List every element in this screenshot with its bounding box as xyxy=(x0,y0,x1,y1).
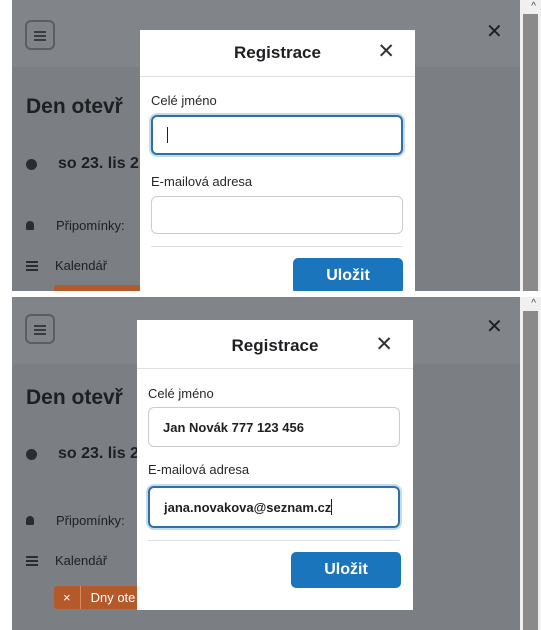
scroll-thumb[interactable] xyxy=(523,311,538,630)
full-name-input[interactable] xyxy=(151,115,403,155)
clock-icon xyxy=(26,158,37,170)
full-name-value: Jan Novák 777 123 456 xyxy=(163,419,304,435)
event-title: Den otevř xyxy=(26,95,123,118)
event-date-row: so 23. lis 2 xyxy=(26,445,139,463)
registration-modal: Registrace ✕ Celé jméno Jan Novák 777 12… xyxy=(137,320,413,610)
event-date: so 23. lis 2 xyxy=(58,155,139,172)
email-label: E-mailová adresa xyxy=(148,462,250,477)
modal-close-icon[interactable]: ✕ xyxy=(377,41,395,62)
reminders-label: Připomínky: xyxy=(56,218,125,233)
save-button[interactable]: Uložit xyxy=(293,258,403,291)
scrollbar[interactable]: ^ xyxy=(520,0,541,291)
full-name-label: Celé jméno xyxy=(148,386,214,401)
scroll-up-icon[interactable]: ^ xyxy=(531,299,536,309)
event-date-row: so 23. lis 2 xyxy=(26,155,139,173)
reminders-row: Připomínky: xyxy=(26,218,125,233)
app-close-button[interactable]: ✕ xyxy=(486,22,503,42)
calendar-label: Kalendář xyxy=(55,553,108,568)
event-title: Den otevř xyxy=(26,386,123,409)
hamburger-icon xyxy=(34,30,46,41)
hamburger-icon xyxy=(34,324,46,335)
reminders-row: Připomínky: xyxy=(26,513,125,528)
list-icon xyxy=(26,555,38,566)
email-input[interactable] xyxy=(151,196,403,234)
menu-button[interactable] xyxy=(25,314,55,344)
full-name-label: Celé jméno xyxy=(151,93,217,108)
email-label: E-mailová adresa xyxy=(151,174,253,189)
modal-header: Registrace ✕ xyxy=(140,30,415,77)
tag-label: Dny ote xyxy=(90,590,136,605)
modal-footer-divider xyxy=(148,540,400,541)
registration-modal: Registrace ✕ Celé jméno E-mailová adresa… xyxy=(140,30,415,291)
bell-icon xyxy=(26,221,34,230)
calendar-label: Kalendář xyxy=(55,258,108,273)
bell-icon xyxy=(26,516,34,525)
list-icon xyxy=(26,260,38,271)
event-date: so 23. lis 2 xyxy=(58,445,139,462)
menu-button[interactable] xyxy=(25,20,55,50)
email-input[interactable]: jana.novakova@seznam.cz xyxy=(148,486,400,528)
clock-icon xyxy=(26,448,37,460)
scroll-up-icon[interactable]: ^ xyxy=(531,2,536,12)
calendar-row: Kalendář xyxy=(26,258,107,273)
screenshot-panel-2: ✕ ^ Den otevř so 23. lis 2 Připomínky: K… xyxy=(0,297,541,630)
tag-remove-icon[interactable]: × xyxy=(54,586,81,609)
email-value: jana.novakova@seznam.cz xyxy=(164,499,332,515)
text-caret xyxy=(167,127,168,143)
scrollbar[interactable]: ^ xyxy=(520,297,541,630)
screenshot-panel-1: ✕ ^ Den otevř so 23. lis 2 Připomínky: K… xyxy=(0,0,541,291)
modal-title: Registrace xyxy=(231,336,319,355)
save-button[interactable]: Uložit xyxy=(291,552,401,588)
modal-header: Registrace ✕ xyxy=(137,320,413,369)
reminders-label: Připomínky: xyxy=(56,513,125,528)
modal-title: Registrace xyxy=(234,43,321,62)
app-close-button[interactable]: ✕ xyxy=(486,317,503,337)
modal-footer-divider xyxy=(151,246,403,247)
calendar-row: Kalendář xyxy=(26,553,107,568)
modal-close-icon[interactable]: ✕ xyxy=(375,334,393,355)
scroll-thumb[interactable] xyxy=(523,14,538,291)
text-caret xyxy=(331,499,333,515)
full-name-input[interactable]: Jan Novák 777 123 456 xyxy=(148,407,400,447)
